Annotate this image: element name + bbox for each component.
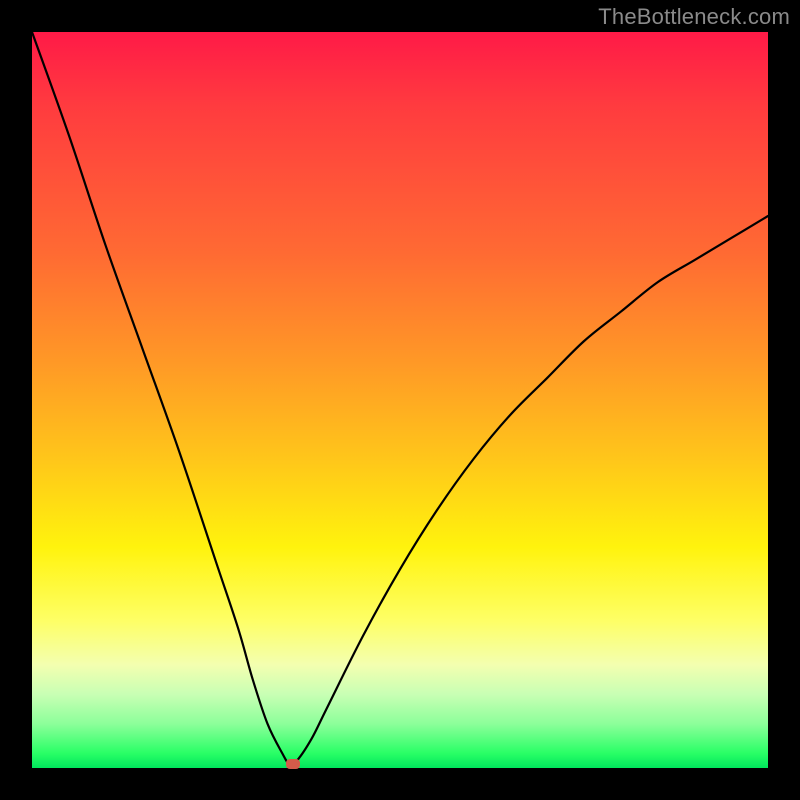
optimal-point-marker — [286, 759, 300, 769]
chart-frame: TheBottleneck.com — [0, 0, 800, 800]
plot-area — [32, 32, 768, 768]
watermark-text: TheBottleneck.com — [598, 4, 790, 30]
bottleneck-curve — [32, 32, 768, 768]
